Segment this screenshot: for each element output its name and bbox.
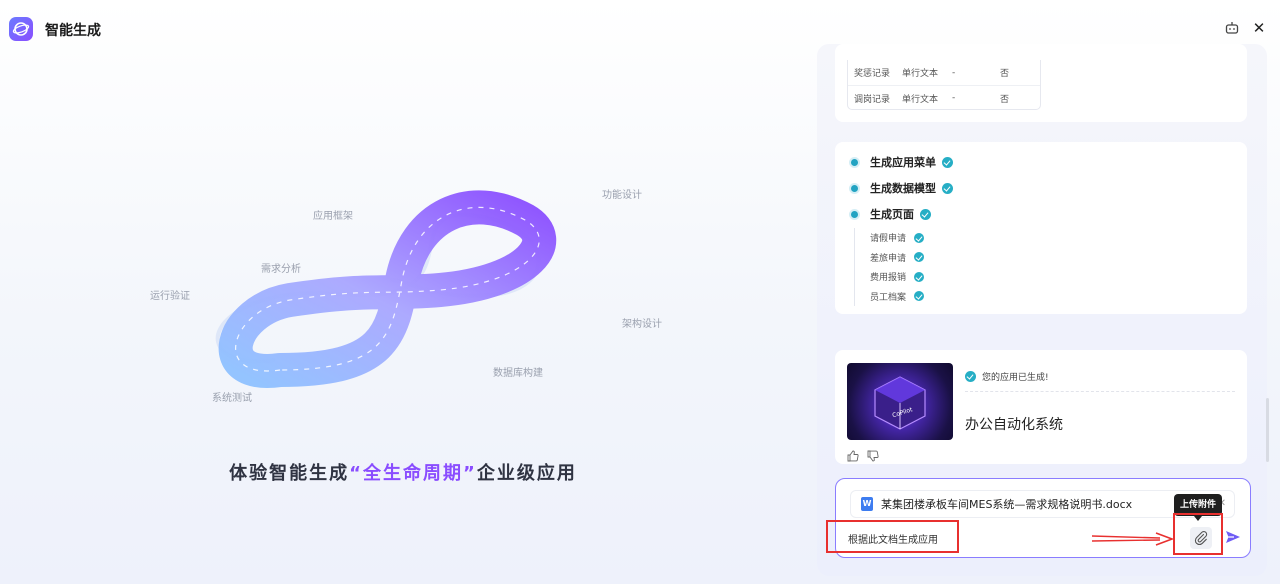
step-pages: 生成页面 <box>851 206 931 222</box>
check-icon <box>914 252 925 263</box>
check-icon <box>920 208 931 220</box>
annotation-arrow <box>1091 532 1174 546</box>
result-card[interactable]: CoPilot 您的应用已生成! 办公自动化系统 <box>835 350 1247 464</box>
send-button[interactable] <box>1224 528 1242 546</box>
page-name: 请假申请 <box>870 234 907 245</box>
list-item: 请假申请 <box>870 228 925 248</box>
step-dot <box>851 184 858 192</box>
robot-icon[interactable] <box>1224 20 1240 36</box>
page-list: 请假申请 差旅申请 费用报销 员工档案 <box>854 228 925 307</box>
list-item: 差旅申请 <box>870 248 925 268</box>
annotation-box-prompt <box>826 520 959 553</box>
field-type: 单行文本 <box>902 94 939 105</box>
caption-highlight: “全生命周期” <box>349 463 477 484</box>
page-name: 费用报销 <box>870 273 907 284</box>
step-dot <box>851 158 858 166</box>
stage-label-verify: 运行验证 <box>150 291 190 302</box>
divider <box>965 391 1235 392</box>
attachment-name: 某集团楼承板车间MES系统—需求规格说明书.docx <box>881 498 1133 511</box>
field-name: 奖惩记录 <box>854 69 891 79</box>
annotation-box-upload <box>1173 513 1223 555</box>
caption-pre: 体验智能生成 <box>229 463 350 484</box>
panel-scrollbar[interactable] <box>1266 398 1269 462</box>
list-item: 费用报销 <box>870 267 925 287</box>
step-dot <box>851 210 858 218</box>
thumbs-down-icon[interactable] <box>867 447 879 462</box>
list-item: 员工档案 <box>870 287 925 307</box>
check-icon <box>914 271 925 282</box>
stage-label-analysis: 需求分析 <box>261 264 301 275</box>
app-name[interactable]: 办公自动化系统 <box>965 414 1063 434</box>
fields-card: 奖惩记录 单行文本 - 否 调岗记录 单行文本 - 否 <box>835 44 1247 122</box>
stage-label-design: 功能设计 <box>602 190 642 201</box>
caption-post: 企业级应用 <box>476 463 577 484</box>
field-default: - <box>952 93 956 103</box>
check-icon <box>914 291 925 302</box>
page-name: 员工档案 <box>870 292 907 303</box>
hero-caption: 体验智能生成“全生命周期”企业级应用 <box>0 459 806 485</box>
word-file-icon: W <box>861 497 873 511</box>
generated-status: 您的应用已生成! <box>965 370 1049 383</box>
check-icon <box>965 371 976 382</box>
step-label: 生成数据模型 <box>870 182 936 195</box>
feedback-bar <box>847 447 879 462</box>
field-required: 否 <box>1000 94 1010 105</box>
step-data-model: 生成数据模型 <box>851 180 953 196</box>
thumbs-up-icon[interactable] <box>847 447 859 462</box>
app-title: 智能生成 <box>45 23 101 39</box>
app-thumbnail[interactable]: CoPilot <box>847 363 953 440</box>
stage-label-framework: 应用框架 <box>313 211 353 222</box>
field-default: - <box>952 67 956 78</box>
step-label: 生成应用菜单 <box>870 156 936 169</box>
status-text: 您的应用已生成! <box>982 373 1049 383</box>
progress-card: 生成应用菜单 生成数据模型 生成页面 请假申请 差旅申请 费用报销 员工档案 <box>835 142 1247 314</box>
check-icon <box>914 232 925 243</box>
stage-label-db: 数据库构建 <box>493 368 543 379</box>
check-icon <box>942 182 953 194</box>
fields-table: 奖惩记录 单行文本 - 否 调岗记录 单行文本 - 否 <box>847 60 1041 110</box>
check-icon <box>942 156 953 168</box>
table-row: 调岗记录 单行文本 - 否 <box>848 85 1040 110</box>
field-required: 否 <box>1000 69 1010 79</box>
field-name: 调岗记录 <box>854 94 891 105</box>
app-logo-icon <box>9 17 33 41</box>
step-menu: 生成应用菜单 <box>851 154 953 170</box>
send-icon <box>1226 531 1240 543</box>
table-row: 奖惩记录 单行文本 - 否 <box>848 60 1040 85</box>
stage-label-test: 系统测试 <box>212 393 252 404</box>
close-icon[interactable]: ✕ <box>1251 20 1267 36</box>
step-label: 生成页面 <box>870 208 914 221</box>
field-type: 单行文本 <box>902 69 939 79</box>
stage-label-arch: 架构设计 <box>622 319 662 330</box>
page-name: 差旅申请 <box>870 253 907 264</box>
